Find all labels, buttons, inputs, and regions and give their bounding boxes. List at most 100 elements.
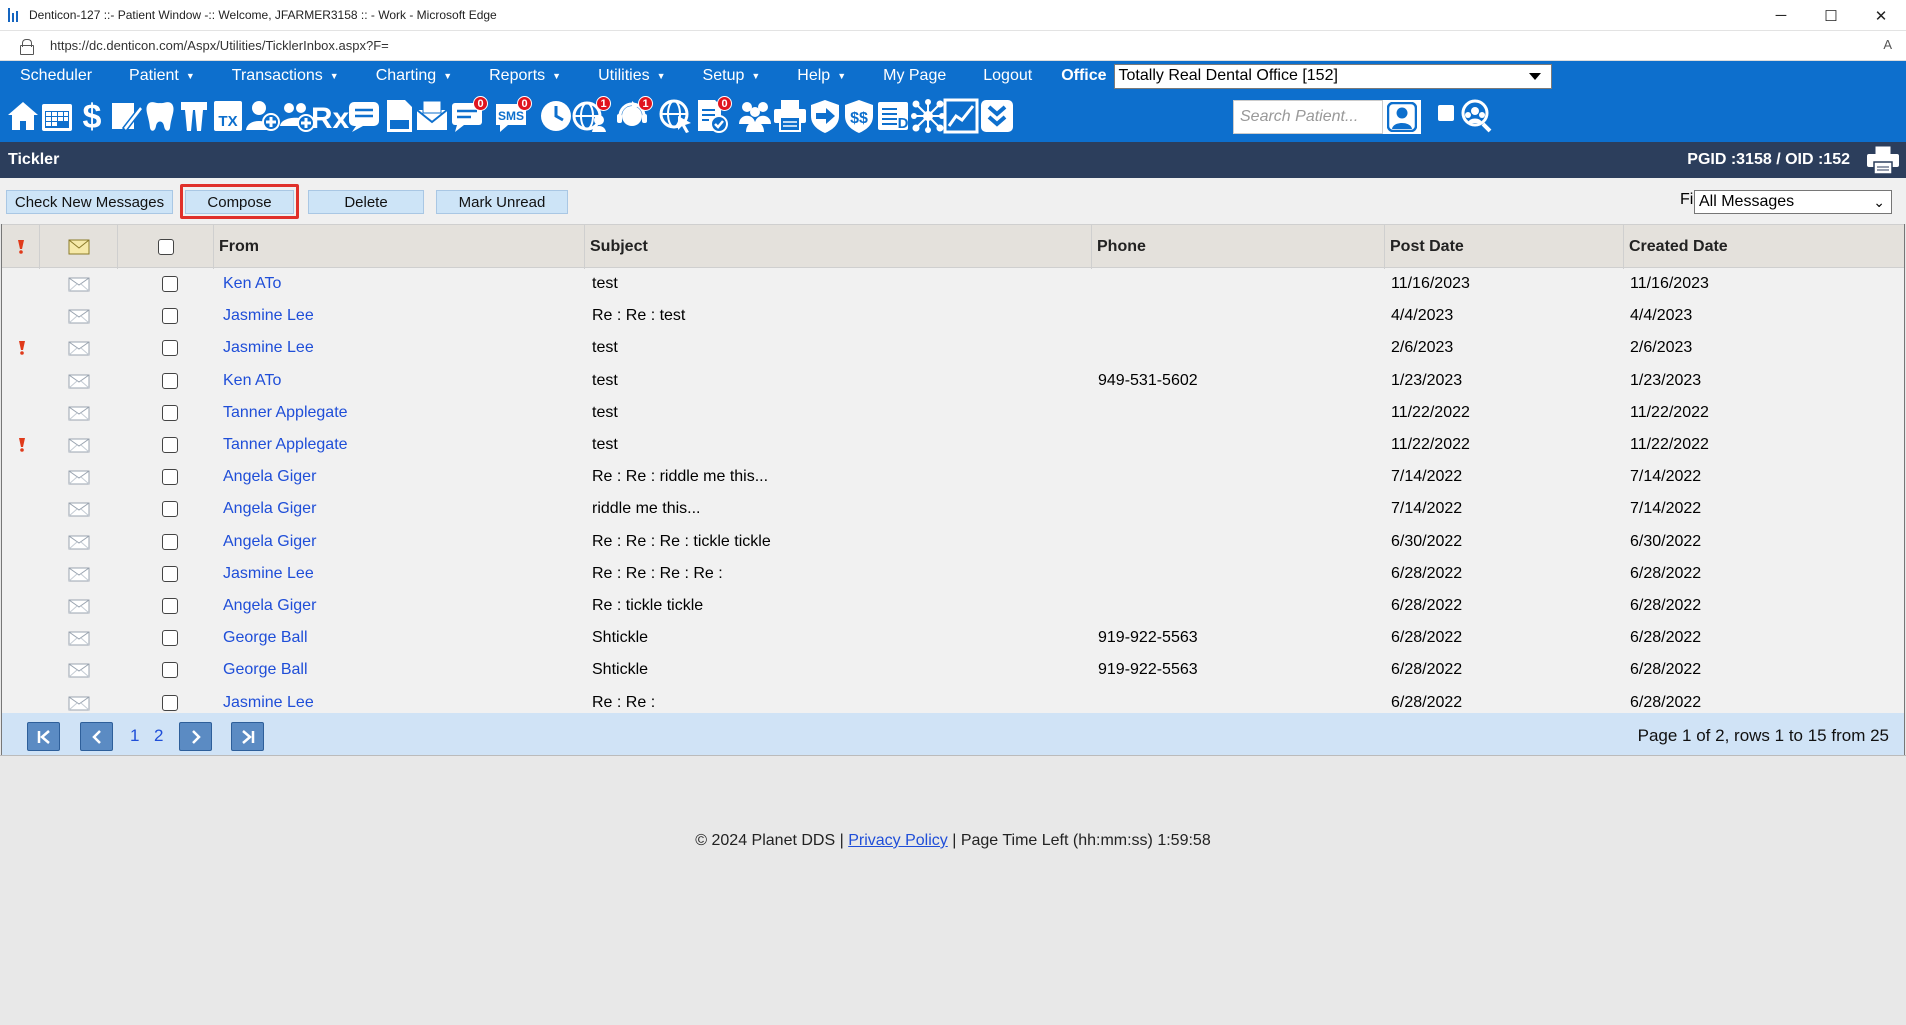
table-row[interactable]: Jasmine Lee Re : Re : test 4/4/2023 4/4/202… xyxy=(2,300,1904,332)
last-page-button[interactable] xyxy=(231,722,264,751)
print-icon[interactable] xyxy=(771,97,809,135)
first-page-button[interactable] xyxy=(27,722,60,751)
post-date-column-header[interactable]: Post Date xyxy=(1385,225,1624,269)
envelope-open-icon[interactable] xyxy=(68,308,90,324)
envelope-open-icon[interactable] xyxy=(68,405,90,421)
line-chart-icon[interactable] xyxy=(942,97,980,135)
menu-charting[interactable]: Charting ▼ xyxy=(356,67,469,85)
globe-cursor-icon[interactable] xyxy=(657,97,695,135)
subject-cell[interactable]: Shtickle xyxy=(592,622,648,654)
envelope-open-icon[interactable] xyxy=(68,630,90,646)
menu-transactions[interactable]: Transactions ▼ xyxy=(212,67,356,85)
row-checkbox[interactable] xyxy=(162,533,178,550)
office-select[interactable]: Totally Real Dental Office [152] xyxy=(1113,63,1552,89)
table-row[interactable]: George Ball Shtickle 919-922-5563 6/28/2022… xyxy=(2,622,1904,654)
row-checkbox[interactable] xyxy=(162,598,178,614)
menu-help[interactable]: Help ▼ xyxy=(777,67,863,85)
envelope-open-icon[interactable] xyxy=(68,662,90,678)
message-icon[interactable]: 0 xyxy=(448,96,488,135)
row-checkbox[interactable] xyxy=(162,276,178,292)
row-checkbox[interactable] xyxy=(162,469,178,486)
insurance-money-icon[interactable]: $$ xyxy=(840,97,878,135)
envelope-open-icon[interactable] xyxy=(68,534,90,550)
envelope-open-icon[interactable] xyxy=(68,469,90,485)
from-link[interactable]: Tanner Applegate xyxy=(223,429,348,461)
subject-column-header[interactable]: Subject xyxy=(585,225,1092,269)
subject-cell[interactable]: test xyxy=(592,397,618,429)
subject-cell[interactable]: Re : Re : Re : Re : xyxy=(592,558,723,590)
filter-select[interactable]: All Messages ⌄ xyxy=(1694,190,1892,214)
menu-my-page[interactable]: My Page xyxy=(863,67,963,85)
table-row[interactable]: George Ball Shtickle 919-922-5563 6/28/2022… xyxy=(2,654,1904,686)
row-checkbox[interactable] xyxy=(162,694,178,711)
row-checkbox[interactable] xyxy=(162,662,178,679)
privacy-policy-link[interactable]: Privacy Policy xyxy=(848,832,948,849)
url-text[interactable]: https://dc.denticon.com/Aspx/Utilities/T… xyxy=(50,38,389,53)
menu-logout[interactable]: Logout xyxy=(963,67,1049,85)
table-row[interactable]: Tanner Applegate test 11/22/2022 11/22/2022 xyxy=(2,429,1904,461)
tooth-roots-icon[interactable] xyxy=(175,97,213,135)
clock-icon[interactable] xyxy=(537,97,575,135)
subject-cell[interactable]: Re : tickle tickle xyxy=(592,590,703,622)
reader-view-icon[interactable]: A xyxy=(1883,37,1892,52)
row-checkbox[interactable] xyxy=(162,404,178,421)
subject-cell[interactable]: Re : Re : test xyxy=(592,300,685,332)
menu-scheduler[interactable]: Scheduler xyxy=(0,67,109,85)
from-link[interactable]: George Ball xyxy=(223,654,308,686)
calendar-icon[interactable] xyxy=(38,97,76,135)
table-row[interactable]: Ken ATo test 949-531-5602 1/23/2023 1/23/202… xyxy=(2,365,1904,397)
from-link[interactable]: Ken ATo xyxy=(223,268,281,300)
mark-unread-button[interactable]: Mark Unread xyxy=(436,190,568,214)
from-link[interactable]: Angela Giger xyxy=(223,461,316,493)
subject-cell[interactable]: test xyxy=(592,365,618,397)
ledger-icon[interactable]: D xyxy=(874,97,912,135)
patient-search-avatar-icon[interactable] xyxy=(1383,100,1421,134)
add-family-icon[interactable] xyxy=(278,97,316,135)
envelope-open-icon[interactable] xyxy=(68,437,90,453)
row-checkbox[interactable] xyxy=(162,308,178,325)
table-row[interactable]: Angela Giger Re : tickle tickle 6/28/2022 6… xyxy=(2,590,1904,622)
checklist-icon[interactable]: 0 xyxy=(692,96,732,135)
from-link[interactable]: George Ball xyxy=(223,622,308,654)
row-checkbox[interactable] xyxy=(162,630,178,647)
page-link-1[interactable]: 1 xyxy=(130,726,139,746)
maximize-button[interactable]: ☐ xyxy=(1806,0,1856,31)
mail-icon[interactable] xyxy=(413,97,451,135)
envelope-open-icon[interactable] xyxy=(68,501,90,517)
delete-button[interactable]: Delete xyxy=(308,190,424,214)
from-link[interactable]: Jasmine Lee xyxy=(223,300,314,332)
read-status-column-header[interactable] xyxy=(40,225,118,269)
close-window-button[interactable]: ✕ xyxy=(1856,0,1906,31)
envelope-open-icon[interactable] xyxy=(68,695,90,711)
subject-cell[interactable]: Re : Re : Re : tickle tickle xyxy=(592,526,771,558)
envelope-open-icon[interactable] xyxy=(68,340,90,356)
table-row[interactable]: Angela Giger Re : Re : Re : tickle tickle… xyxy=(2,526,1904,558)
envelope-open-icon[interactable] xyxy=(68,566,90,582)
from-link[interactable]: Angela Giger xyxy=(223,590,316,622)
row-checkbox[interactable] xyxy=(162,340,178,357)
address-bar[interactable]: https://dc.denticon.com/Aspx/Utilities/T… xyxy=(0,31,1906,61)
table-row[interactable]: Jasmine Lee Re : Re : Re : Re : 6/28/2022 6… xyxy=(2,558,1904,590)
from-link[interactable]: Tanner Applegate xyxy=(223,397,348,429)
add-patient-icon[interactable] xyxy=(243,97,281,135)
from-column-header[interactable]: From xyxy=(214,225,585,269)
next-page-button[interactable] xyxy=(179,722,212,751)
envelope-open-icon[interactable] xyxy=(68,373,90,389)
subject-cell[interactable]: riddle me this... xyxy=(592,493,700,525)
check-new-messages-button[interactable]: Check New Messages xyxy=(6,190,173,214)
toolbar-checkbox[interactable] xyxy=(1438,105,1454,121)
tx-plan-icon[interactable]: TX xyxy=(209,97,247,135)
collapse-icon[interactable] xyxy=(978,97,1016,135)
tooth-icon[interactable] xyxy=(141,97,179,135)
row-checkbox[interactable] xyxy=(162,565,178,582)
from-link[interactable]: Jasmine Lee xyxy=(223,558,314,590)
group-icon[interactable] xyxy=(736,97,774,135)
menu-utilities[interactable]: Utilities ▼ xyxy=(578,67,682,85)
table-row[interactable]: Angela Giger Re : Re : riddle me this... 7… xyxy=(2,461,1904,493)
menu-reports[interactable]: Reports ▼ xyxy=(469,67,578,85)
search-patient-input[interactable]: Search Patient... xyxy=(1233,100,1383,134)
created-date-column-header[interactable]: Created Date xyxy=(1624,225,1906,269)
row-checkbox[interactable] xyxy=(162,437,178,453)
table-row[interactable]: Jasmine Lee test 2/6/2023 2/6/2023 xyxy=(2,332,1904,364)
priority-column-header[interactable] xyxy=(2,225,40,269)
